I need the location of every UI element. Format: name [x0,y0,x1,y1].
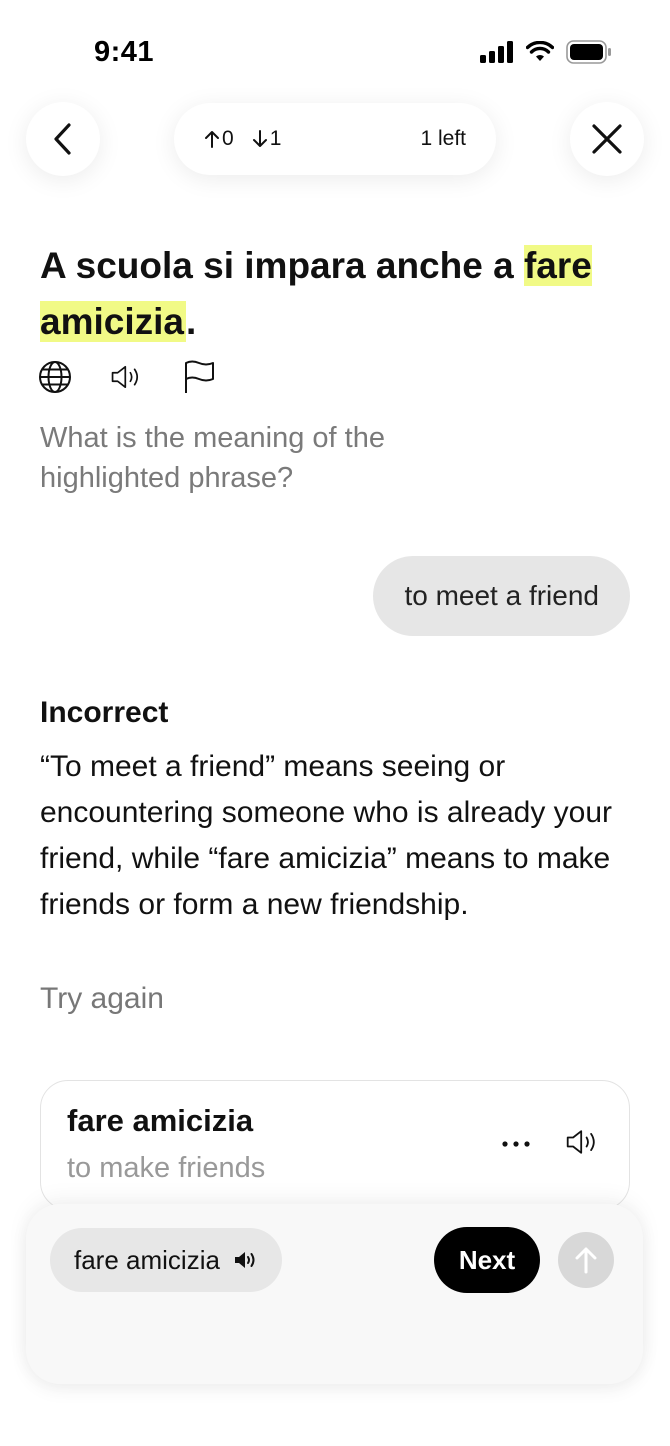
speaker-icon [111,365,139,389]
close-button[interactable] [570,102,644,176]
try-again-link[interactable]: Try again [40,982,164,1016]
phrase-chip-label: fare amicizia [74,1244,220,1275]
close-icon [592,124,622,154]
exercise-sentence: A scuola si impara anche a fare amicizia… [40,238,640,350]
score-counts: 0 1 [204,127,281,151]
sentence-end: . [185,301,197,342]
cellular-signal-icon [480,41,513,63]
back-icon [54,123,71,155]
status-bar: 9:41 [0,0,670,100]
next-button[interactable]: Next [434,1227,540,1293]
back-button[interactable] [26,102,100,176]
sentence-tools [38,360,216,394]
result-label: Incorrect [40,696,169,729]
progress-pill: 0 1 1 left [174,103,496,175]
send-arrow-icon [575,1247,597,1274]
wifi-icon [526,41,554,61]
phrase-chip[interactable]: fare amicizia [50,1228,282,1292]
more-icon [502,1141,530,1147]
listen-button[interactable] [110,360,144,394]
incorrect-count: 1 [252,127,282,151]
vocab-listen-button[interactable] [565,1127,601,1162]
question-prompt: What is the meaning of the highlighted p… [40,422,385,494]
vocab-more-button[interactable] [501,1129,531,1164]
correct-count-value: 0 [222,127,234,150]
arrow-down-icon [252,130,267,147]
report-button[interactable] [182,360,216,394]
sentence-text: A scuola si impara anche a [40,245,524,286]
vocab-term: fare amicizia [67,1103,254,1138]
user-answer-bubble: to meet a friend [373,556,630,636]
translate-button[interactable] [38,360,72,394]
status-time: 9:41 [94,36,155,68]
globe-icon [39,361,71,393]
flag-icon [185,360,214,393]
speaker-icon [566,1130,595,1154]
bottom-action-panel: fare amicizia Next [26,1204,643,1384]
vocab-card[interactable]: fare amicizia to make friends [40,1080,630,1210]
status-icons [480,40,612,64]
battery-icon [566,40,611,64]
correct-count: 0 [204,127,234,151]
arrow-up-icon [205,131,219,148]
send-button[interactable] [558,1232,614,1288]
incorrect-count-value: 1 [269,127,282,150]
vocab-translation: to make friends [67,1152,266,1184]
feedback-explanation: “To meet a friend” means seeing or encou… [40,750,613,921]
speaker-filled-icon [234,1252,255,1268]
remaining-count: 1 left [420,127,466,150]
